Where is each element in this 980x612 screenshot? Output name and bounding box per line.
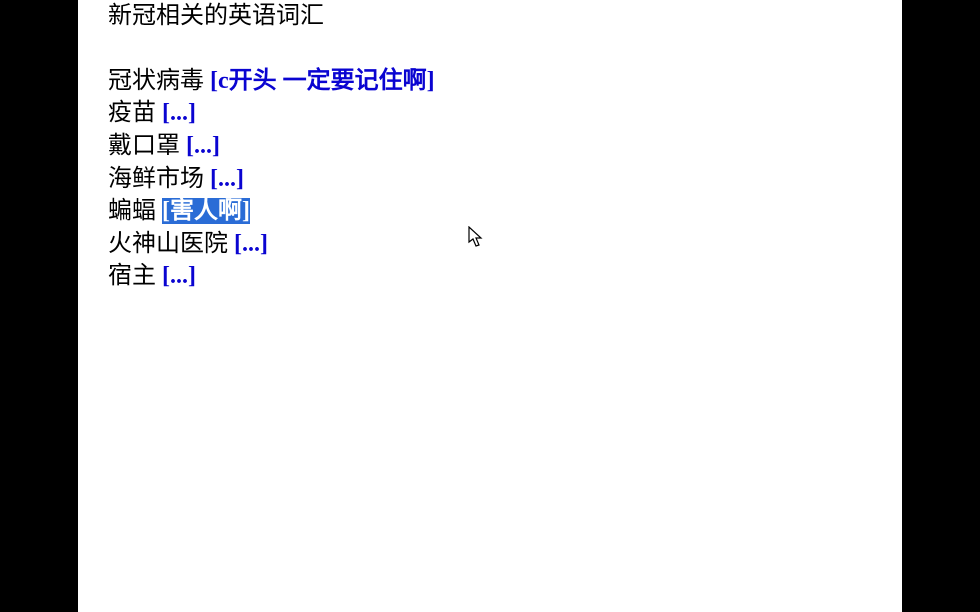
vocab-term: 宿主 bbox=[108, 263, 156, 289]
vocab-hint[interactable]: [...] bbox=[186, 133, 220, 159]
vocab-hint[interactable]: [...] bbox=[162, 263, 196, 289]
vocab-hint[interactable]: [...] bbox=[210, 166, 244, 192]
vocab-term: 海鲜市场 bbox=[108, 166, 204, 192]
vocab-term: 火神山医院 bbox=[108, 231, 228, 257]
document-page: 新冠相关的英语词汇 冠状病毒 [c开头 一定要记住啊] 疫苗 [...] 戴口罩… bbox=[78, 0, 902, 612]
vocab-hint-selected[interactable]: [害人啊] bbox=[162, 198, 250, 224]
vocab-item: 海鲜市场 [...] bbox=[108, 163, 872, 196]
document-content[interactable]: 新冠相关的英语词汇 冠状病毒 [c开头 一定要记住啊] 疫苗 [...] 戴口罩… bbox=[78, 0, 902, 293]
page-title: 新冠相关的英语词汇 bbox=[108, 0, 872, 33]
vocab-item: 戴口罩 [...] bbox=[108, 130, 872, 163]
vocab-term: 冠状病毒 bbox=[108, 68, 204, 94]
vocab-item: 火神山医院 [...] bbox=[108, 228, 872, 261]
vocab-term: 疫苗 bbox=[108, 100, 156, 126]
vocab-item: 冠状病毒 [c开头 一定要记住啊] bbox=[108, 65, 872, 98]
vocab-item: 疫苗 [...] bbox=[108, 97, 872, 130]
vocab-term: 蝙蝠 bbox=[108, 198, 156, 224]
vocab-hint[interactable]: [...] bbox=[162, 100, 196, 126]
vocab-hint[interactable]: [c开头 一定要记住啊] bbox=[210, 68, 435, 94]
vocab-item: 宿主 [...] bbox=[108, 260, 872, 293]
vocab-term: 戴口罩 bbox=[108, 133, 180, 159]
vocab-hint[interactable]: [...] bbox=[234, 231, 268, 257]
vocab-item: 蝙蝠 [害人啊] bbox=[108, 195, 872, 228]
